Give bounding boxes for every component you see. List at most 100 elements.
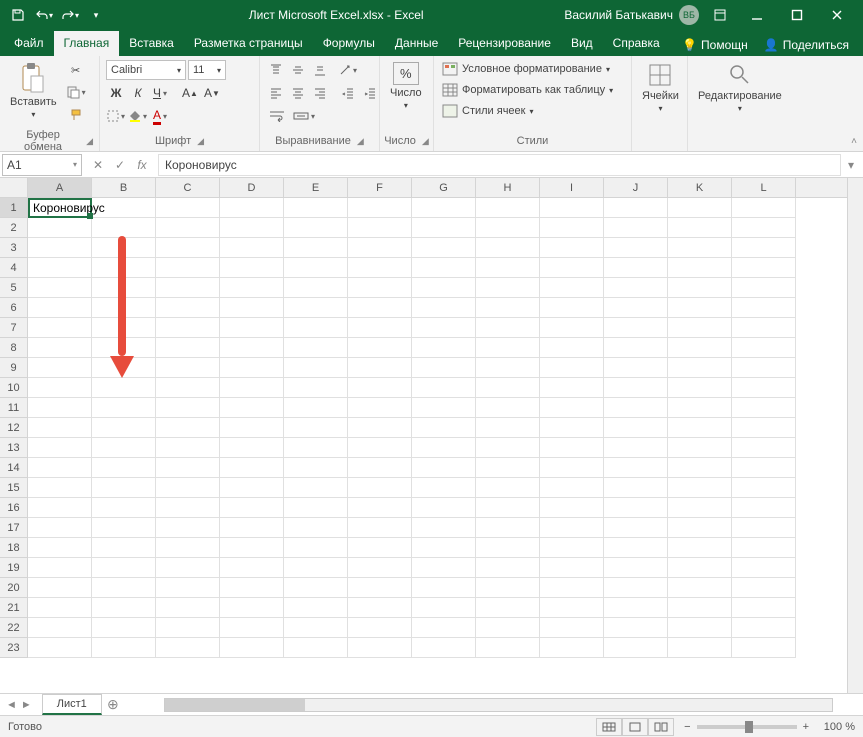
- cell-F1[interactable]: [348, 198, 412, 218]
- cell-H10[interactable]: [476, 378, 540, 398]
- cell-B20[interactable]: [92, 578, 156, 598]
- align-top-icon[interactable]: [266, 60, 286, 80]
- column-header-D[interactable]: D: [220, 178, 284, 197]
- cell-D8[interactable]: [220, 338, 284, 358]
- row-header-7[interactable]: 7: [0, 318, 28, 338]
- alignment-launcher-icon[interactable]: ◢: [357, 136, 364, 147]
- cell-I13[interactable]: [540, 438, 604, 458]
- cell-A13[interactable]: [28, 438, 92, 458]
- cell-B17[interactable]: [92, 518, 156, 538]
- cell-H4[interactable]: [476, 258, 540, 278]
- cell-A8[interactable]: [28, 338, 92, 358]
- row-header-16[interactable]: 16: [0, 498, 28, 518]
- cell-I21[interactable]: [540, 598, 604, 618]
- cell-C21[interactable]: [156, 598, 220, 618]
- sheet-tab-1[interactable]: Лист1: [42, 694, 102, 715]
- column-header-L[interactable]: L: [732, 178, 796, 197]
- row-header-14[interactable]: 14: [0, 458, 28, 478]
- cell-I20[interactable]: [540, 578, 604, 598]
- cell-A16[interactable]: [28, 498, 92, 518]
- cell-H23[interactable]: [476, 638, 540, 658]
- italic-button[interactable]: К: [128, 83, 148, 103]
- column-header-E[interactable]: E: [284, 178, 348, 197]
- cell-D12[interactable]: [220, 418, 284, 438]
- cell-F16[interactable]: [348, 498, 412, 518]
- cell-A12[interactable]: [28, 418, 92, 438]
- cell-F2[interactable]: [348, 218, 412, 238]
- enter-formula-icon[interactable]: ✓: [110, 155, 130, 175]
- cell-K5[interactable]: [668, 278, 732, 298]
- row-header-8[interactable]: 8: [0, 338, 28, 358]
- name-box[interactable]: A1▾: [2, 154, 82, 176]
- cell-H8[interactable]: [476, 338, 540, 358]
- zoom-level[interactable]: 100 %: [815, 721, 855, 733]
- cell-F12[interactable]: [348, 418, 412, 438]
- cell-G15[interactable]: [412, 478, 476, 498]
- cell-I8[interactable]: [540, 338, 604, 358]
- row-header-12[interactable]: 12: [0, 418, 28, 438]
- formula-input[interactable]: Короновирус: [158, 154, 841, 176]
- cell-I7[interactable]: [540, 318, 604, 338]
- cell-F15[interactable]: [348, 478, 412, 498]
- sheet-nav-next-icon[interactable]: ►: [21, 699, 32, 711]
- tellme-search[interactable]: 💡Помощн: [676, 34, 754, 56]
- cell-C20[interactable]: [156, 578, 220, 598]
- row-header-5[interactable]: 5: [0, 278, 28, 298]
- cell-G22[interactable]: [412, 618, 476, 638]
- paste-button[interactable]: Вставить ▾: [6, 60, 61, 121]
- cell-J18[interactable]: [604, 538, 668, 558]
- cell-F11[interactable]: [348, 398, 412, 418]
- align-middle-icon[interactable]: [288, 60, 308, 80]
- cell-C4[interactable]: [156, 258, 220, 278]
- cell-L14[interactable]: [732, 458, 796, 478]
- cell-F8[interactable]: [348, 338, 412, 358]
- normal-view-icon[interactable]: [596, 718, 622, 736]
- cell-J15[interactable]: [604, 478, 668, 498]
- column-header-G[interactable]: G: [412, 178, 476, 197]
- cell-C23[interactable]: [156, 638, 220, 658]
- cell-I23[interactable]: [540, 638, 604, 658]
- cell-H2[interactable]: [476, 218, 540, 238]
- cell-J11[interactable]: [604, 398, 668, 418]
- cell-G11[interactable]: [412, 398, 476, 418]
- ribbon-options-icon[interactable]: [713, 8, 727, 22]
- cell-J14[interactable]: [604, 458, 668, 478]
- align-bottom-icon[interactable]: [310, 60, 330, 80]
- row-header-17[interactable]: 17: [0, 518, 28, 538]
- cell-D18[interactable]: [220, 538, 284, 558]
- cell-F13[interactable]: [348, 438, 412, 458]
- cell-E1[interactable]: [284, 198, 348, 218]
- cell-I9[interactable]: [540, 358, 604, 378]
- cell-J13[interactable]: [604, 438, 668, 458]
- cell-A6[interactable]: [28, 298, 92, 318]
- cell-J12[interactable]: [604, 418, 668, 438]
- cell-D21[interactable]: [220, 598, 284, 618]
- cell-L5[interactable]: [732, 278, 796, 298]
- cell-J3[interactable]: [604, 238, 668, 258]
- cell-A19[interactable]: [28, 558, 92, 578]
- cell-B3[interactable]: [92, 238, 156, 258]
- cell-G5[interactable]: [412, 278, 476, 298]
- bold-button[interactable]: Ж: [106, 83, 126, 103]
- cell-I14[interactable]: [540, 458, 604, 478]
- cell-J16[interactable]: [604, 498, 668, 518]
- row-header-18[interactable]: 18: [0, 538, 28, 558]
- tab-home[interactable]: Главная: [54, 31, 120, 56]
- cell-L7[interactable]: [732, 318, 796, 338]
- cell-A21[interactable]: [28, 598, 92, 618]
- cell-D11[interactable]: [220, 398, 284, 418]
- cell-H5[interactable]: [476, 278, 540, 298]
- align-right-icon[interactable]: [310, 83, 330, 103]
- cell-L19[interactable]: [732, 558, 796, 578]
- cell-D19[interactable]: [220, 558, 284, 578]
- cell-H20[interactable]: [476, 578, 540, 598]
- expand-formula-icon[interactable]: ▾: [841, 155, 861, 175]
- cell-C15[interactable]: [156, 478, 220, 498]
- cell-H17[interactable]: [476, 518, 540, 538]
- tab-data[interactable]: Данные: [385, 31, 448, 56]
- underline-button[interactable]: Ч: [150, 83, 170, 103]
- cell-D5[interactable]: [220, 278, 284, 298]
- cell-E10[interactable]: [284, 378, 348, 398]
- cell-K11[interactable]: [668, 398, 732, 418]
- close-button[interactable]: [817, 0, 857, 30]
